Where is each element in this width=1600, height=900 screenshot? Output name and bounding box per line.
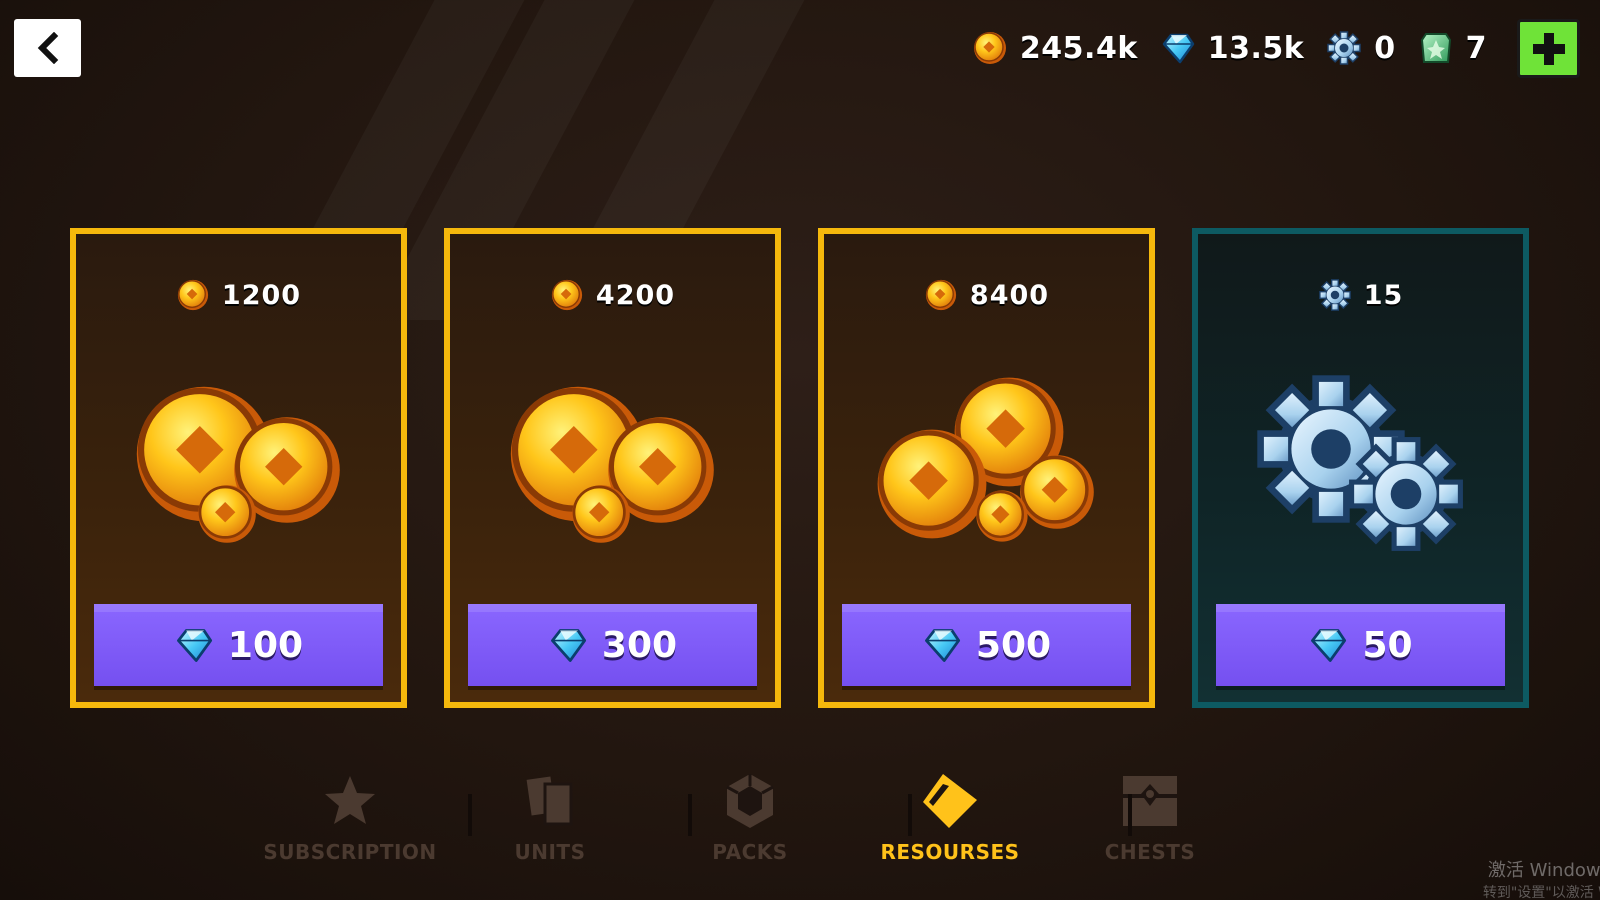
back-button[interactable] (14, 19, 81, 77)
offer-amount-value: 15 (1363, 279, 1404, 311)
price-label: 50 (1362, 624, 1413, 666)
add-currency-button[interactable] (1517, 19, 1580, 78)
currency-emeralds: 7 (1418, 30, 1487, 66)
price-label: 300 (601, 624, 678, 666)
coin-icon (925, 279, 957, 311)
nav-divider (688, 794, 692, 836)
coin-balance: 245.4k (1019, 30, 1138, 66)
price-label: 500 (975, 624, 1052, 666)
buy-button[interactable]: 100 (94, 604, 383, 686)
offer-amount-value: 1200 (221, 279, 302, 311)
offer-amount-value: 4200 (595, 279, 676, 311)
gear-balance: 0 (1374, 30, 1396, 66)
coin-pile-large-art (824, 364, 1149, 564)
windows-activation-watermark: 激活 Windows (1487, 860, 1600, 881)
price-label: 100 (227, 624, 304, 666)
coin-pile-medium-art (450, 364, 775, 564)
tab-packs[interactable]: PACKS (650, 770, 850, 890)
coin-icon (551, 279, 583, 311)
gears-art (1198, 364, 1523, 564)
currency-gears: 0 (1326, 30, 1395, 66)
currency-coins: 245.4k (972, 30, 1138, 66)
coin-icon (177, 279, 209, 311)
plus-icon (1532, 32, 1565, 65)
star-icon (325, 776, 375, 824)
tab-units[interactable]: UNITS (450, 770, 650, 890)
gem-icon (550, 629, 586, 662)
tab-chests[interactable]: CHESTS (1050, 770, 1250, 890)
currency-bar: 245.4k 13.5k 0 7 (972, 22, 1487, 74)
buy-button[interactable]: 300 (468, 604, 757, 686)
emerald-icon (1420, 33, 1451, 63)
offer-amount-value: 8400 (969, 279, 1050, 311)
nav-divider (1128, 794, 1132, 836)
coin-icon (973, 31, 1007, 65)
hexagon-icon (726, 774, 774, 828)
offer-amount: 4200 (450, 278, 775, 312)
offer-card-gears-15[interactable]: 15 50 (1192, 228, 1529, 708)
nav-divider (468, 794, 472, 836)
offer-card-coins-1200[interactable]: 1200 100 (70, 228, 407, 708)
bottom-nav: SUBSCRIPTION UNITS PACKS RESOURSES CHEST… (250, 770, 1250, 890)
gear-icon (1318, 278, 1351, 312)
offer-amount: 15 (1198, 278, 1523, 312)
gem-icon (1311, 629, 1347, 662)
nav-divider (908, 794, 912, 836)
gem-icon (1162, 33, 1195, 64)
tab-label: RESOURSES (880, 840, 1020, 864)
currency-gems: 13.5k (1160, 30, 1304, 66)
resource-diamond-icon (923, 774, 977, 828)
offer-amount: 8400 (824, 278, 1149, 312)
gem-balance: 13.5k (1207, 30, 1305, 66)
offer-card-coins-4200[interactable]: 4200 300 (444, 228, 781, 708)
coin-pile-small-art (76, 364, 401, 564)
tab-label: UNITS (514, 840, 586, 864)
offer-amount: 1200 (76, 278, 401, 312)
buy-button[interactable]: 500 (842, 604, 1131, 686)
tab-label: PACKS (712, 840, 788, 864)
tab-resourses[interactable]: RESOURSES (850, 770, 1050, 890)
gem-icon (924, 629, 960, 662)
offer-card-coins-8400[interactable]: 8400 500 (818, 228, 1155, 708)
buy-button[interactable]: 50 (1216, 604, 1505, 686)
gear-icon (1327, 31, 1362, 65)
tab-label: SUBSCRIPTION (263, 840, 437, 864)
tab-subscription[interactable]: SUBSCRIPTION (250, 770, 450, 890)
chevron-left-icon (37, 32, 58, 64)
gem-icon (176, 629, 212, 662)
emerald-balance: 7 (1465, 30, 1487, 66)
tab-label: CHESTS (1104, 840, 1196, 864)
cards-icon (526, 776, 573, 826)
windows-activation-hint: 转到"设置"以激活 W (1482, 885, 1600, 900)
